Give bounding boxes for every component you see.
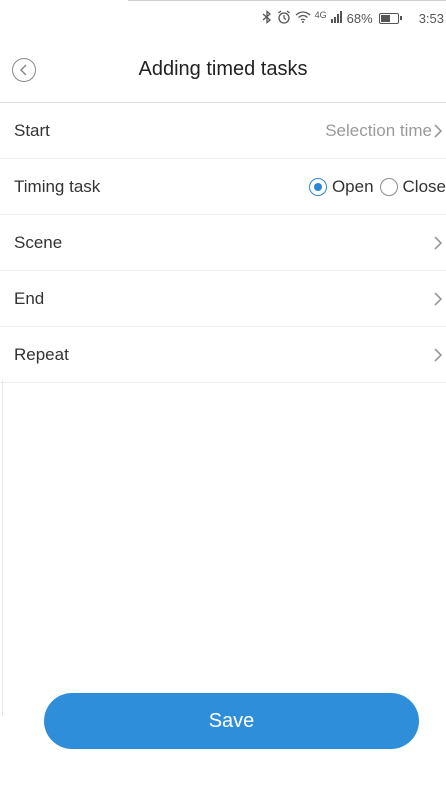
battery-icon <box>378 13 402 24</box>
header: Adding timed tasks <box>0 36 446 103</box>
start-row[interactable]: Start Selection time <box>0 103 446 159</box>
timing-task-label: Timing task <box>14 176 101 196</box>
chevron-right-icon <box>434 235 443 250</box>
end-row[interactable]: End <box>0 271 446 327</box>
alarm-icon <box>277 10 291 27</box>
clock: 3:53 <box>418 11 444 26</box>
chevron-right-icon <box>434 291 443 306</box>
timing-task-row: Timing task Open Close <box>0 159 446 215</box>
radio-close-indicator <box>379 177 398 196</box>
timing-task-radio-group: Open Close <box>308 176 446 197</box>
network-type: 4G <box>314 9 327 20</box>
back-icon <box>19 64 27 76</box>
start-label: Start <box>14 120 50 140</box>
start-value: Selection time <box>325 120 432 140</box>
back-button[interactable] <box>12 58 36 82</box>
wifi-icon <box>295 10 311 27</box>
radio-open-label: Open <box>331 176 374 196</box>
chevron-right-icon <box>434 123 443 138</box>
scene-label: Scene <box>14 232 63 252</box>
status-bar: 4G 68% 3:53 <box>128 0 446 36</box>
status-icons: 4G 68% <box>261 9 402 27</box>
repeat-row[interactable]: Repeat <box>0 327 446 383</box>
radio-open-indicator <box>308 177 327 196</box>
radio-open[interactable]: Open <box>308 176 374 197</box>
repeat-label: Repeat <box>14 344 69 364</box>
page-title: Adding timed tasks <box>138 57 308 80</box>
divider <box>2 380 3 716</box>
chevron-right-icon <box>434 347 443 362</box>
bluetooth-icon <box>261 10 273 27</box>
signal-icon <box>330 11 343 26</box>
battery-percent: 68% <box>346 11 373 26</box>
radio-close-label: Close <box>402 176 446 196</box>
save-button[interactable]: Save <box>44 693 419 749</box>
scene-row[interactable]: Scene <box>0 215 446 271</box>
radio-close[interactable]: Close <box>379 176 446 197</box>
end-label: End <box>14 288 45 308</box>
